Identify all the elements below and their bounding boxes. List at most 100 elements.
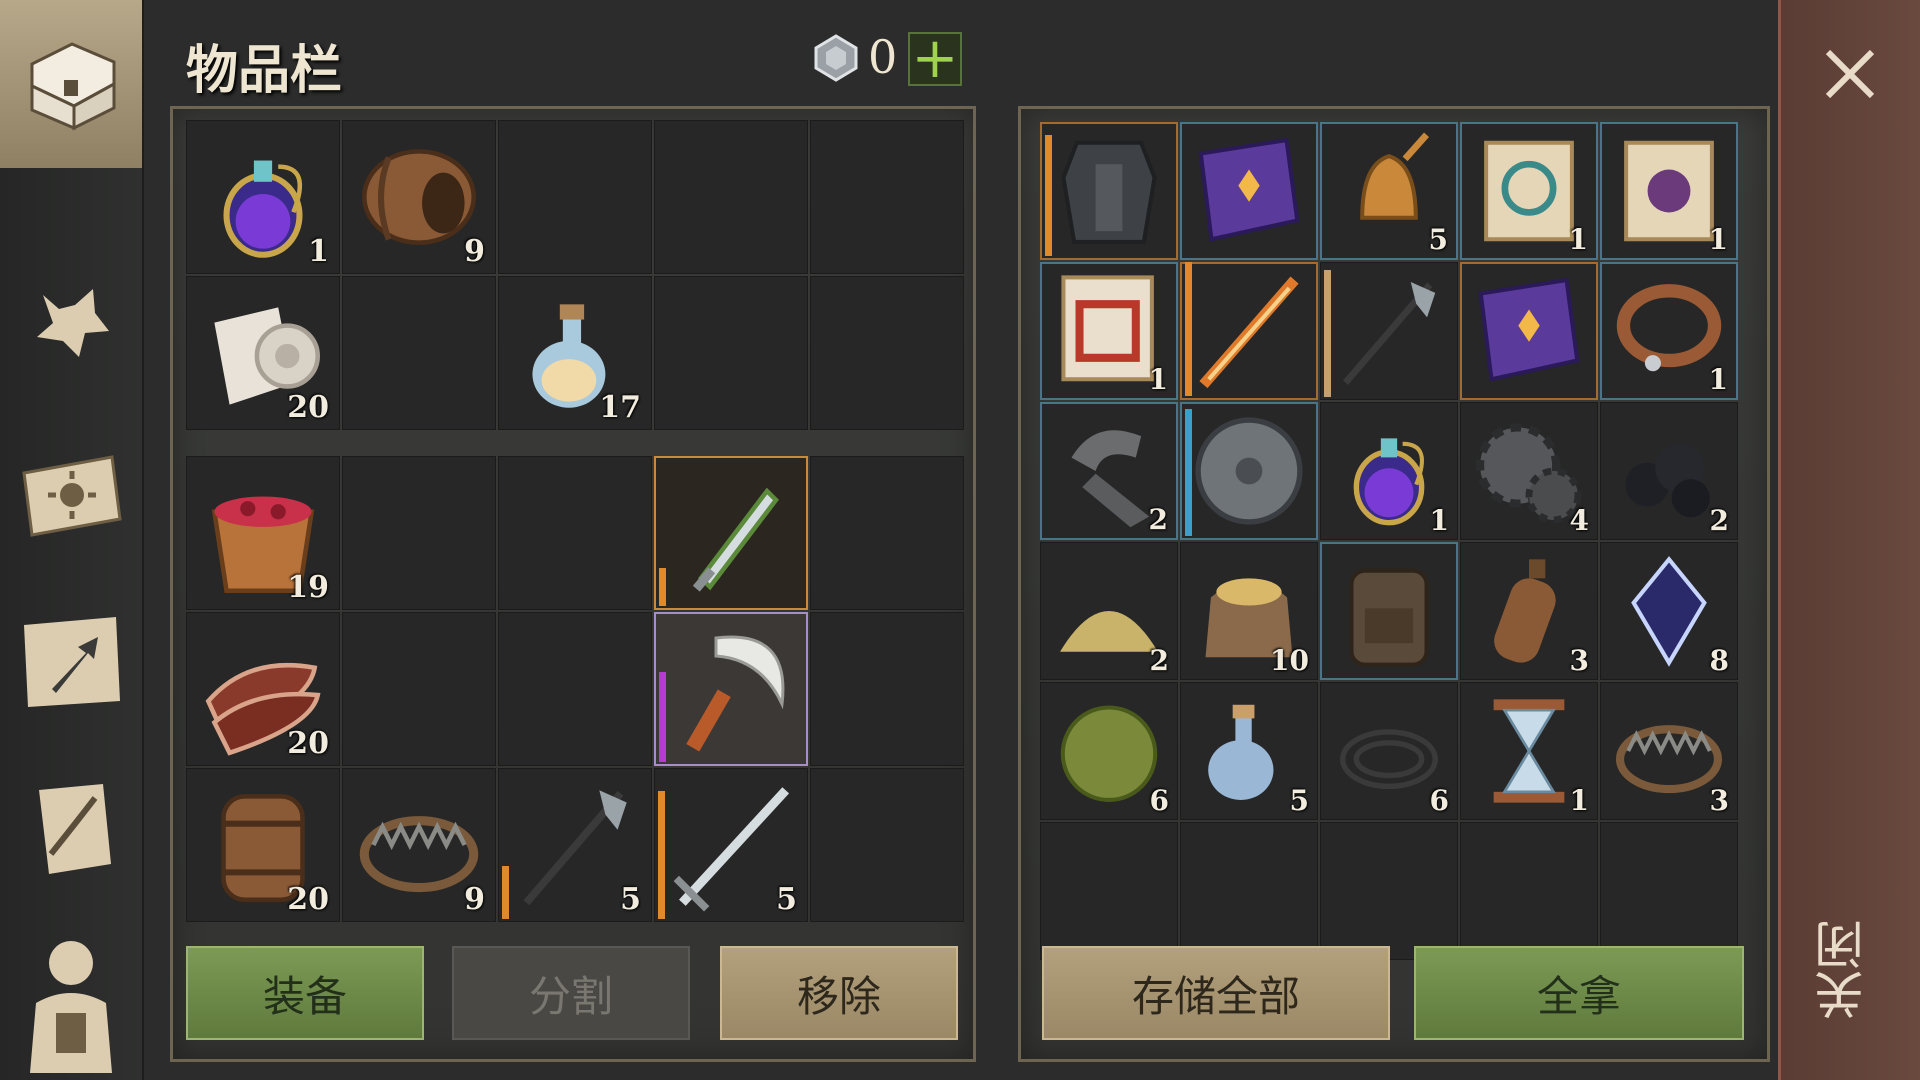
inventory-slot[interactable] [342, 276, 496, 430]
storage-slot[interactable]: 8 [1600, 542, 1738, 680]
scroll-feather-icon [39, 784, 111, 874]
item-count: 5 [1428, 223, 1448, 256]
inventory-slot[interactable] [654, 276, 808, 430]
close-strip[interactable] [1778, 0, 1920, 1080]
close-icon[interactable] [1818, 42, 1882, 106]
storage-slot[interactable]: 10 [1180, 542, 1318, 680]
inventory-slot[interactable] [810, 120, 964, 274]
nav-almanac-tab[interactable] [0, 418, 142, 568]
inventory-slot[interactable] [498, 456, 652, 610]
storage-slot[interactable] [1040, 122, 1178, 260]
storage-slot[interactable] [1460, 822, 1598, 960]
storage-slot[interactable] [1320, 542, 1458, 680]
storage-slot[interactable]: 2 [1040, 542, 1178, 680]
inventory-slot[interactable] [654, 456, 808, 610]
storage-slot[interactable]: 3 [1460, 542, 1598, 680]
close-label[interactable]: 关闭 [1814, 920, 1878, 1020]
inventory-slot[interactable] [810, 456, 964, 610]
storage-slot[interactable]: 6 [1040, 682, 1178, 820]
purple-book-icon [1198, 137, 1300, 242]
inventory-slot[interactable]: 20 [186, 612, 340, 766]
storage-slot[interactable] [1180, 402, 1318, 540]
item-count: 3 [1709, 784, 1729, 817]
item-count: 9 [464, 234, 485, 269]
inventory-slot[interactable] [810, 612, 964, 766]
inventory-slot[interactable]: 1 [186, 120, 340, 274]
add-currency-button[interactable]: + [908, 31, 962, 87]
inventory-slot[interactable]: 5 [654, 768, 808, 922]
inventory-slot[interactable]: 19 [186, 456, 340, 610]
item-count: 6 [1429, 784, 1449, 817]
storage-slot[interactable] [1320, 822, 1458, 960]
left-navigation [0, 0, 144, 1080]
equip-button[interactable]: 装备 [186, 946, 424, 1040]
nav-map-tab[interactable] [0, 586, 142, 736]
storage-slot[interactable]: 1 [1600, 122, 1738, 260]
item-count: 20 [287, 882, 329, 917]
item-count: 1 [308, 234, 329, 269]
nav-journal-tab[interactable] [0, 754, 142, 904]
item-count: 20 [287, 726, 329, 761]
inventory-slot[interactable] [810, 276, 964, 430]
inventory-slot[interactable] [342, 456, 496, 610]
item-count: 19 [287, 570, 329, 605]
storage-slot[interactable] [1040, 822, 1178, 960]
item-count: 2 [1709, 504, 1729, 537]
storage-slot[interactable] [1460, 262, 1598, 400]
item-count: 6 [1149, 784, 1169, 817]
nav-chest-tab[interactable] [0, 0, 142, 168]
storage-slot[interactable]: 2 [1040, 402, 1178, 540]
item-count: 10 [1270, 644, 1309, 677]
storage-slot[interactable]: 2 [1600, 402, 1738, 540]
nav-character-tab[interactable] [0, 928, 142, 1078]
item-count: 2 [1148, 503, 1168, 536]
storage-slot[interactable]: 4 [1460, 402, 1598, 540]
storage-slot[interactable]: 5 [1320, 122, 1458, 260]
storage-slot[interactable] [1320, 262, 1458, 400]
item-count: 8 [1709, 644, 1729, 677]
split-button[interactable]: 分割 [452, 946, 690, 1040]
storage-slot[interactable]: 6 [1320, 682, 1458, 820]
inventory-slot[interactable] [498, 120, 652, 274]
item-count: 9 [464, 882, 485, 917]
nav-wolf-tab[interactable] [0, 248, 142, 398]
inventory-slot[interactable]: 9 [342, 120, 496, 274]
inventory-slot[interactable] [498, 612, 652, 766]
purple-book-icon [1478, 277, 1580, 382]
item-count: 5 [1289, 784, 1309, 817]
storage-slot[interactable] [1600, 822, 1738, 960]
inventory-slot[interactable] [654, 120, 808, 274]
storage-slot[interactable]: 1 [1600, 262, 1738, 400]
chainmail-icon [1061, 140, 1157, 244]
storage-slot[interactable] [1180, 262, 1318, 400]
inventory-slot[interactable] [810, 768, 964, 922]
storage-slot[interactable] [1180, 122, 1318, 260]
storage-slot[interactable]: 1 [1460, 682, 1598, 820]
inventory-slot[interactable] [654, 612, 808, 766]
storage-slot[interactable]: 1 [1320, 402, 1458, 540]
inventory-slot[interactable]: 20 [186, 276, 340, 430]
storage-slot[interactable]: 1 [1460, 122, 1598, 260]
store-all-button[interactable]: 存储全部 [1042, 946, 1390, 1040]
gem-coin-icon [814, 34, 858, 82]
inventory-slot[interactable]: 17 [498, 276, 652, 430]
sun-book-icon [22, 455, 122, 537]
remove-button[interactable]: 移除 [720, 946, 958, 1040]
item-count: 1 [1429, 504, 1449, 537]
item-count: 5 [620, 882, 641, 917]
coin-count: 0 [868, 30, 898, 84]
inventory-slot[interactable]: 5 [498, 768, 652, 922]
item-count: 1 [1568, 223, 1588, 256]
inventory-slot[interactable] [342, 612, 496, 766]
take-all-button[interactable]: 全拿 [1414, 946, 1744, 1040]
storage-slot[interactable]: 5 [1180, 682, 1318, 820]
inventory-slot[interactable]: 20 [186, 768, 340, 922]
item-count: 2 [1149, 644, 1169, 677]
storage-slot[interactable] [1180, 822, 1318, 960]
map-arrow-icon [24, 617, 120, 707]
sickle-icon [686, 635, 785, 752]
inventory-slot[interactable]: 9 [342, 768, 496, 922]
storage-slot[interactable]: 3 [1600, 682, 1738, 820]
storage-slot[interactable]: 1 [1040, 262, 1178, 400]
flame-sword-icon [1199, 276, 1299, 389]
